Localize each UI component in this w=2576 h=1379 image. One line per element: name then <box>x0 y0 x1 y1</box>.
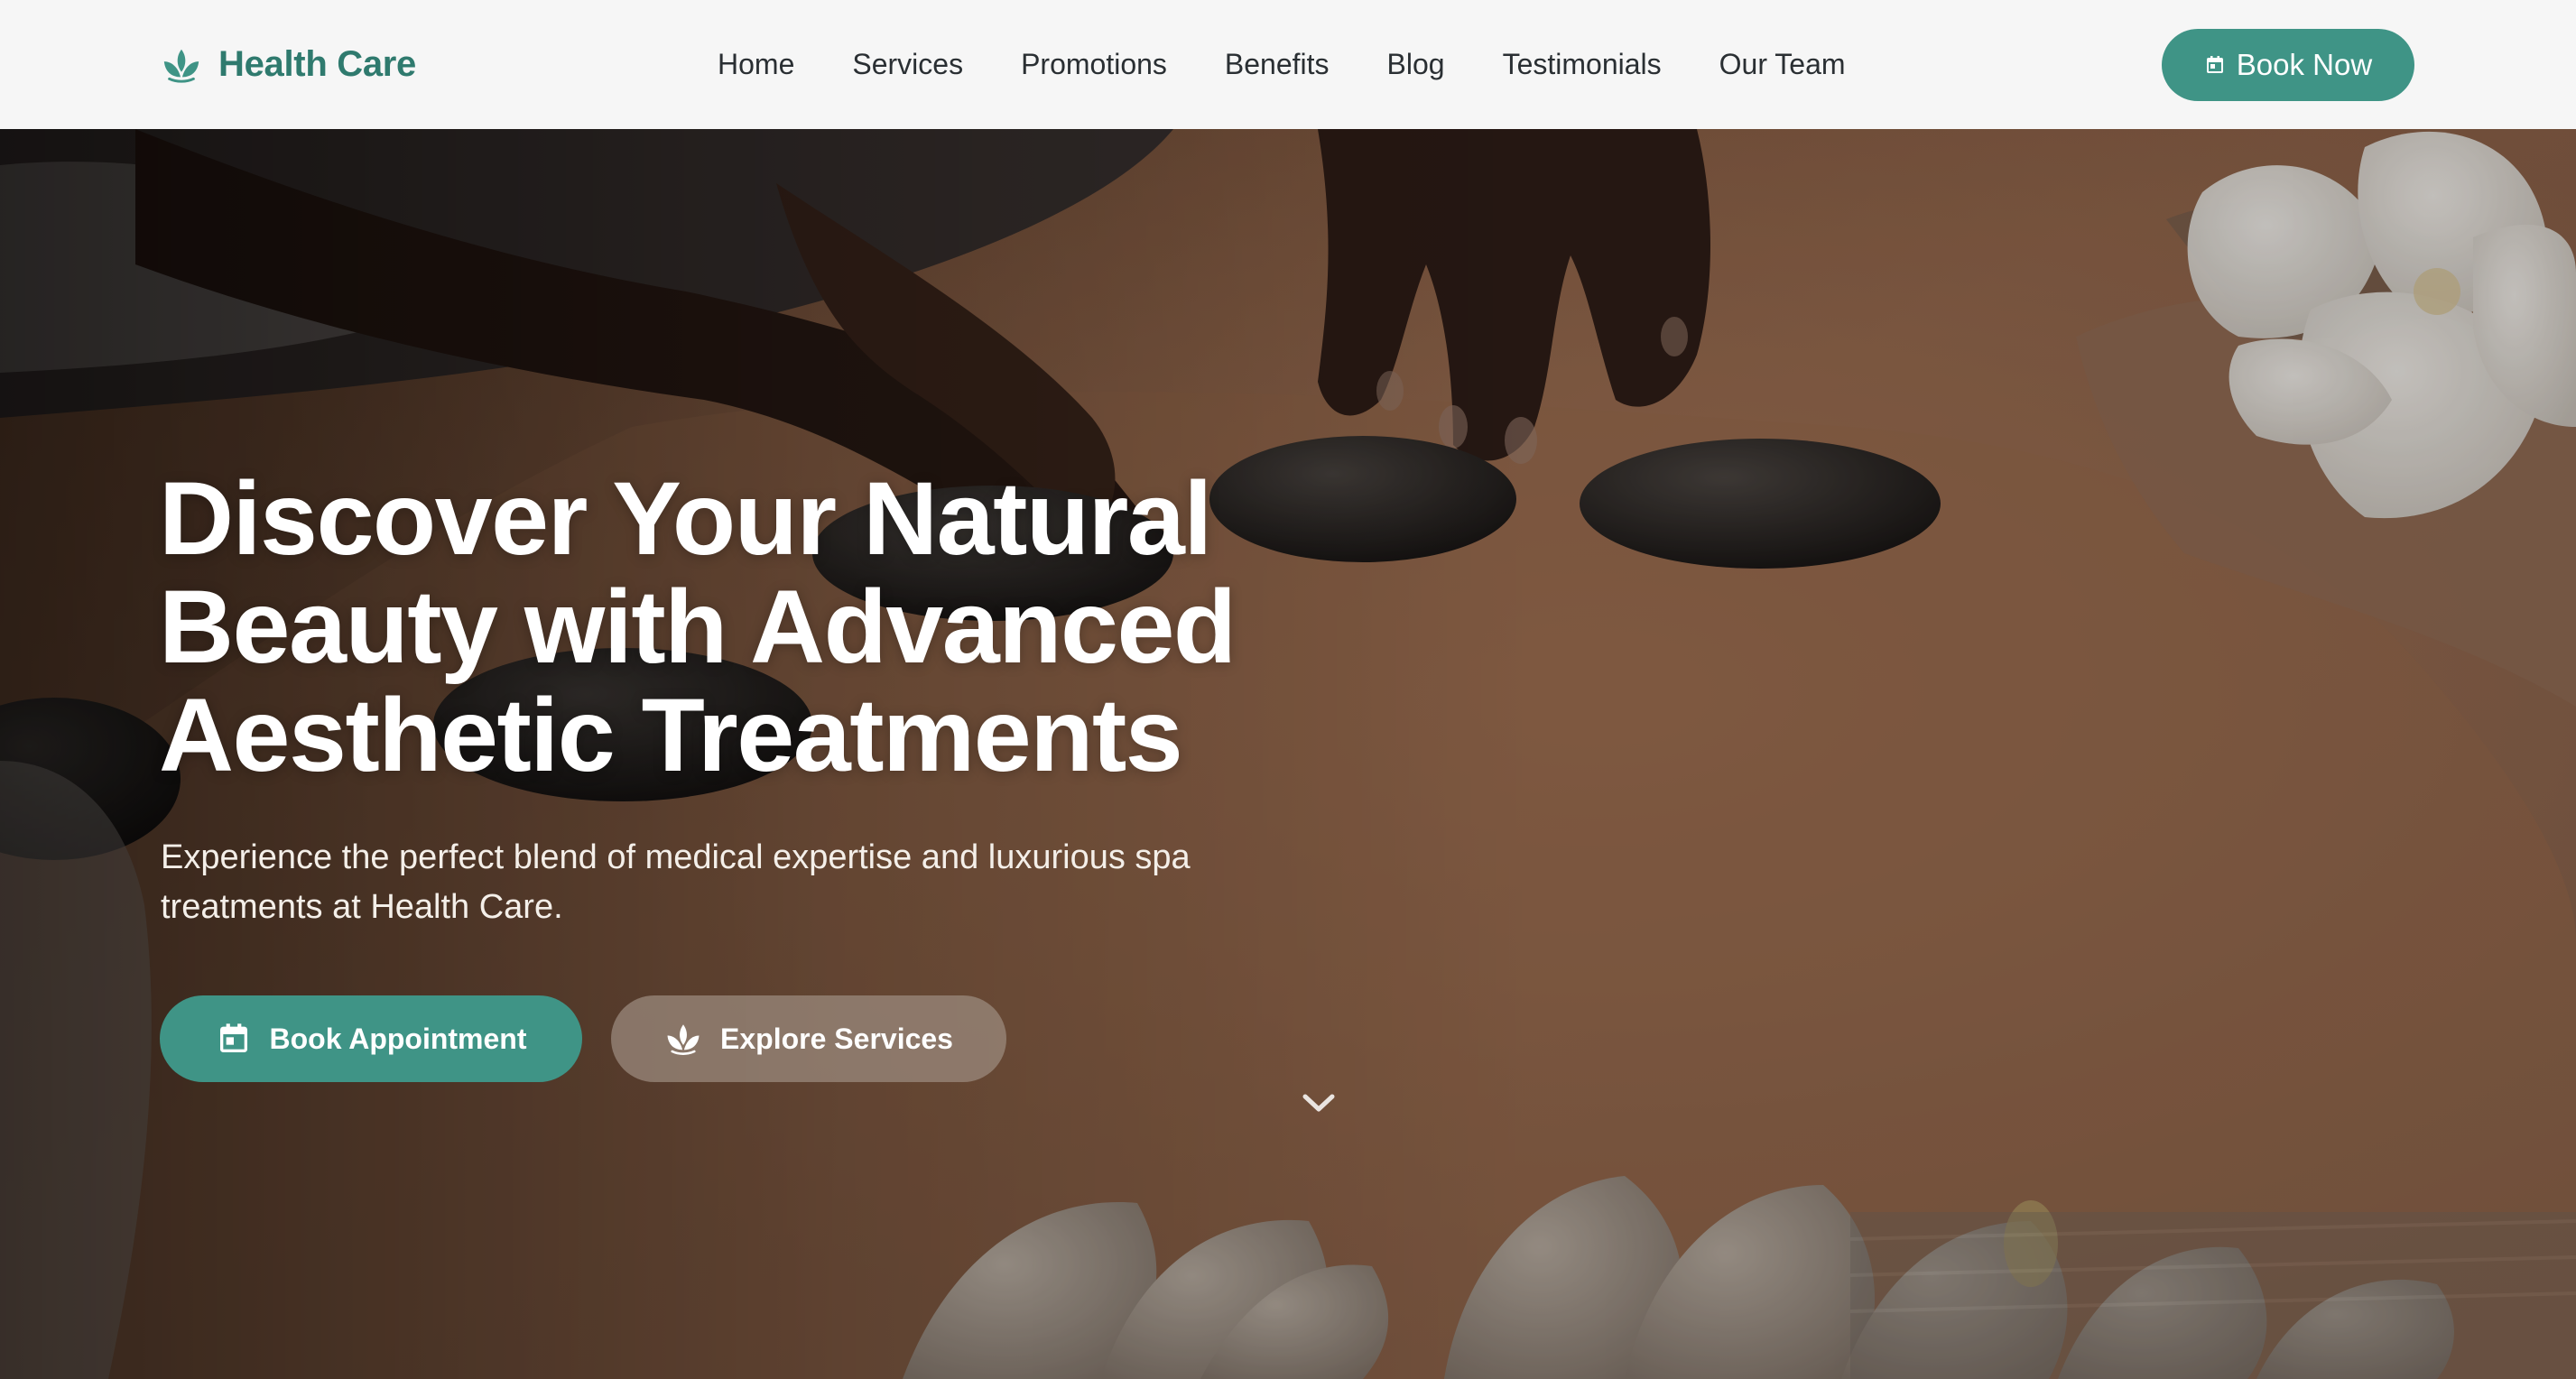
nav-link-blog[interactable]: Blog <box>1387 48 1445 80</box>
book-now-label: Book Now <box>2236 48 2373 81</box>
nav-link-benefits[interactable]: Benefits <box>1225 48 1330 80</box>
book-now-button[interactable]: Book Now <box>2162 29 2414 101</box>
chevron-down-icon[interactable] <box>1300 1089 1338 1116</box>
book-appointment-label: Book Appointment <box>269 1022 527 1055</box>
book-appointment-button[interactable]: Book Appointment <box>160 995 582 1082</box>
hero-title-line-2: Beauty with Advanced <box>159 569 1237 685</box>
hero-subtitle: Experience the perfect blend of medical … <box>161 833 1298 932</box>
calendar-icon <box>2206 56 2223 73</box>
hero-title: Discover Your Natural Beauty with Advanc… <box>159 465 1422 790</box>
nav-link-promotions[interactable]: Promotions <box>1021 48 1167 80</box>
hero-title-line-3: Aesthetic Treatments <box>159 678 1183 793</box>
hero-title-line-1: Discover Your Natural <box>159 461 1212 577</box>
nav-link-testimonials[interactable]: Testimonials <box>1503 48 1662 80</box>
hero-subtitle-line-1: Experience the perfect blend of medical … <box>161 838 1191 876</box>
brand-logo-link[interactable]: Health Care <box>161 0 416 129</box>
explore-services-button[interactable]: Explore Services <box>611 995 1006 1082</box>
hero-subtitle-line-2: treatments at Health Care. <box>161 888 563 926</box>
lotus-icon <box>667 1024 700 1055</box>
nav-link-services[interactable]: Services <box>852 48 963 80</box>
nav-link-our-team[interactable]: Our Team <box>1719 48 1846 80</box>
calendar-icon <box>219 1023 247 1052</box>
hero-section: Discover Your Natural Beauty with Advanc… <box>0 129 2576 1379</box>
main-nav: Home Services Promotions Benefits Blog T… <box>718 0 1846 129</box>
explore-services-label: Explore Services <box>720 1022 953 1055</box>
top-navbar: Health Care Home Services Promotions Ben… <box>0 0 2576 129</box>
hero-cta-group: Book Appointment Explore Services <box>160 995 1006 1082</box>
lotus-icon <box>163 49 199 83</box>
brand-name: Health Care <box>218 44 417 84</box>
nav-link-home[interactable]: Home <box>718 48 794 80</box>
